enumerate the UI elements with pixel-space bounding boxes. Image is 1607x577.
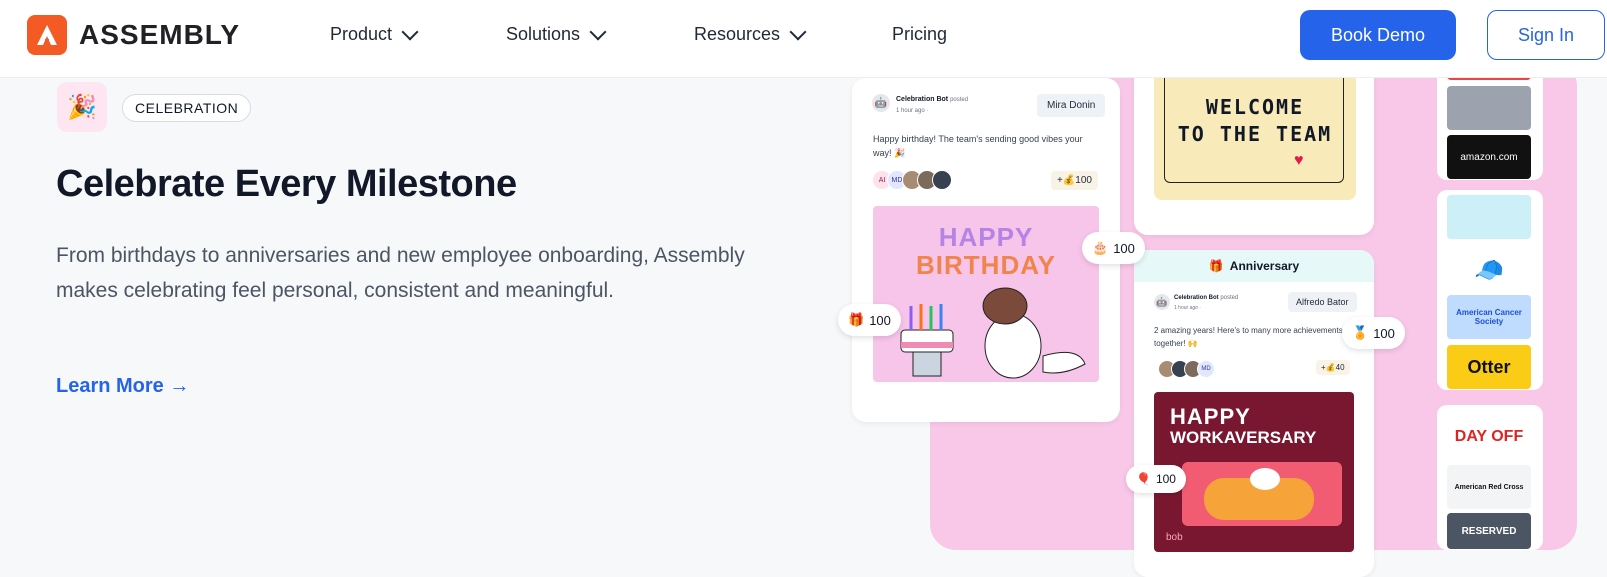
- balloon-icon: 🎈: [1136, 472, 1151, 486]
- birthday-post-card[interactable]: 🤖 Celebration Bot posted 1 hour ago · Mi…: [852, 78, 1120, 422]
- chevron-down-icon: [401, 23, 419, 40]
- gift-count: 100: [869, 312, 891, 328]
- anniversary-header: 🎁 Anniversary: [1134, 250, 1374, 282]
- reward-tile-dayoff[interactable]: DAY OFF: [1447, 415, 1531, 459]
- category-badge: CELEBRATION: [122, 94, 252, 122]
- learn-more-link[interactable]: Learn More →: [56, 375, 189, 398]
- hero-title: Celebrate Every Milestone: [56, 163, 517, 205]
- cap-icon[interactable]: 🧢: [1447, 248, 1531, 292]
- anniversary-post-card[interactable]: 🎁 Anniversary 🤖 Celebration Bot posted 1…: [1134, 250, 1374, 577]
- hero-description: From birthdays to anniversaries and new …: [56, 244, 745, 302]
- medal-count: 100: [1373, 325, 1395, 341]
- cupcake-shape: [1250, 468, 1280, 490]
- welcome-card-image: WELCOME TO THE TEAM ♥: [1154, 60, 1356, 200]
- book-demo-button[interactable]: Book Demo: [1300, 10, 1456, 60]
- post-action: posted: [1220, 295, 1239, 301]
- nav-resources[interactable]: Resources: [694, 23, 807, 45]
- gift-reaction-pill[interactable]: 🎁 100: [838, 304, 901, 336]
- reward-tile-device[interactable]: [1447, 86, 1531, 130]
- cake-and-dog-illustration: [900, 287, 1086, 379]
- post-time: 1 hour ago ·: [1174, 305, 1201, 311]
- medal-reaction-pill[interactable]: 🏅 100: [1342, 317, 1405, 349]
- post-author: Celebration Bot: [896, 96, 949, 103]
- nav-solutions[interactable]: Solutions: [506, 23, 607, 45]
- gift-icon: 🎁: [1208, 259, 1224, 273]
- post-author-line: Celebration Bot posted: [1174, 295, 1238, 301]
- recipient-chip[interactable]: Mira Donin: [1037, 94, 1106, 117]
- post-message: Happy birthday! The team's sending good …: [873, 134, 1083, 158]
- card-text-workaversary: WORKAVERSARY: [1170, 428, 1317, 447]
- post-author: Celebration Bot: [1174, 295, 1219, 301]
- nav-resources-label: Resources: [694, 24, 781, 44]
- reaction-avatars: AI MD: [872, 170, 952, 190]
- reward-tile-reserved[interactable]: RESERVED: [1447, 513, 1531, 549]
- reaction-avatars: MD: [1158, 360, 1215, 378]
- nav-pricing-label: Pricing: [892, 24, 948, 44]
- birthday-card-image: HAPPY BIRTHDAY: [873, 206, 1099, 382]
- cake-count: 100: [1113, 240, 1135, 256]
- cake-icon: 🎂: [1092, 240, 1109, 255]
- reward-tile-redcross[interactable]: American Red Cross: [1447, 465, 1531, 509]
- nav-solutions-label: Solutions: [506, 24, 581, 44]
- avatar: MD: [1197, 360, 1215, 378]
- reward-tile-otter[interactable]: Otter: [1447, 345, 1531, 389]
- post-time: 1 hour ago ·: [896, 108, 929, 114]
- post-action: posted: [950, 97, 969, 103]
- bot-icon: 🤖: [1154, 294, 1170, 310]
- sign-in-button[interactable]: Sign In: [1487, 10, 1605, 60]
- brand-name: ASSEMBLY: [79, 19, 241, 50]
- reward-tile-amazon[interactable]: amazon.com: [1447, 135, 1531, 179]
- bot-icon: 🤖: [872, 94, 890, 112]
- recipient-chip[interactable]: Alfredo Bator: [1288, 292, 1357, 312]
- party-popper-icon: 🎉: [57, 82, 107, 132]
- assembly-logo-icon: [27, 15, 67, 55]
- heart-icon: ♥: [1294, 152, 1304, 169]
- post-author-line: Celebration Bot posted: [896, 96, 968, 103]
- nav-product[interactable]: Product: [330, 23, 419, 45]
- welcome-card[interactable]: WELCOME TO THE TEAM ♥: [1134, 60, 1374, 235]
- gift-icon: 🎁: [848, 312, 865, 327]
- welcome-text-1: WELCOME: [1205, 95, 1305, 119]
- points-chip: +💰100: [1051, 171, 1098, 190]
- avatar: [932, 170, 952, 190]
- card-text-birthday: BIRTHDAY: [916, 250, 1056, 280]
- balloon-count: 100: [1155, 472, 1176, 486]
- nav-product-label: Product: [330, 24, 393, 44]
- chevron-down-icon: [589, 23, 607, 40]
- card-text-happy: HAPPY: [1170, 404, 1251, 429]
- balloon-reaction-pill[interactable]: 🎈 100: [1126, 465, 1186, 493]
- anniversary-title: Anniversary: [1229, 259, 1300, 273]
- top-nav: ASSEMBLY Product Solutions Resources Pri…: [0, 0, 1607, 78]
- medal-icon: 🏅: [1352, 325, 1369, 340]
- cake-reaction-pill[interactable]: 🎂 100: [1082, 232, 1145, 264]
- post-message: 2 amazing years! Here's to many more ach…: [1154, 326, 1343, 348]
- card-text-happy: HAPPY: [938, 222, 1034, 252]
- reward-tile-cancer[interactable]: American Cancer Society: [1447, 295, 1531, 339]
- welcome-text-2: TO THE TEAM: [1177, 122, 1333, 146]
- brand-logo[interactable]: ASSEMBLY: [27, 15, 240, 55]
- chevron-down-icon: [789, 23, 807, 40]
- nav-pricing[interactable]: Pricing: [892, 24, 947, 45]
- card-brand: bob: [1166, 532, 1183, 543]
- reward-tile-illustration[interactable]: [1447, 195, 1531, 239]
- points-chip: +💰40: [1316, 360, 1350, 375]
